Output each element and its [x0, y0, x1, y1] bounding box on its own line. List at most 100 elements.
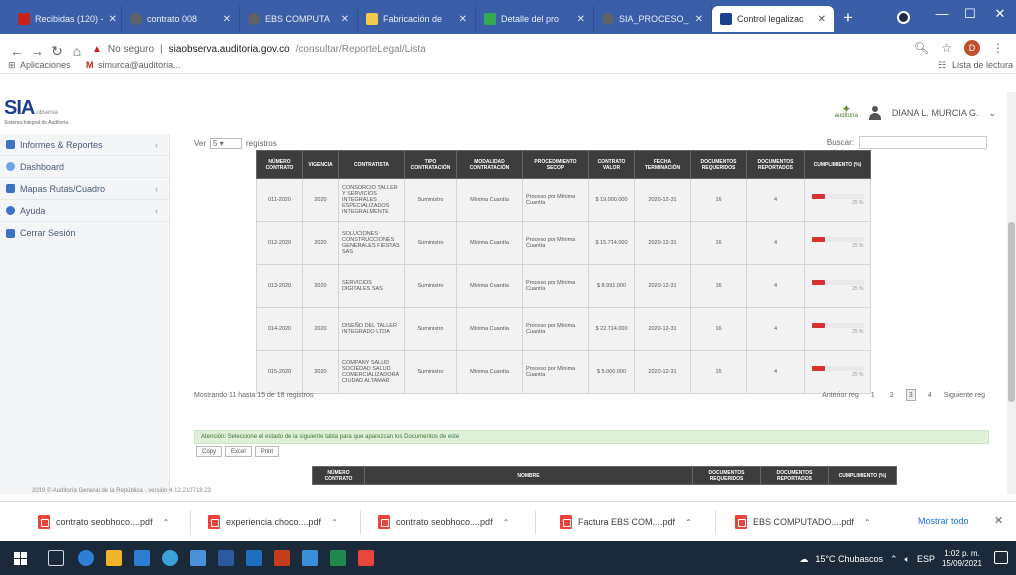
sidebar-item-ayuda[interactable]: Ayuda ‹: [0, 200, 170, 222]
close-tab-icon[interactable]: ✕: [223, 14, 231, 25]
app-icon[interactable]: [190, 550, 206, 566]
maximize-button[interactable]: ☐: [956, 6, 984, 22]
table-row[interactable]: 012-2020 2020 SOLUCIONES CONSTRUCCIONES GE…: [256, 221, 871, 265]
acrobat-icon[interactable]: [358, 550, 374, 566]
table-row[interactable]: 015-2020 2020 COMPANY SALUD SOCIEDAD SALUD…: [256, 350, 871, 394]
notifications-icon[interactable]: [994, 551, 1008, 564]
chevron-up-icon[interactable]: ⌃: [864, 518, 871, 527]
column-header[interactable]: FECHA TERMINACIÓN: [634, 150, 691, 179]
column-header[interactable]: DOCUMENTOS REPORTADOS: [760, 466, 829, 485]
powerpoint-icon[interactable]: [274, 550, 290, 566]
scrollbar-thumb[interactable]: [1008, 222, 1015, 402]
column-header[interactable]: CONTRATISTA: [338, 150, 405, 179]
reading-list-link[interactable]: Lista de lectura: [952, 60, 1013, 70]
sidebar-item-mapas[interactable]: Mapas Rutas/Cuadro ‹: [0, 178, 170, 200]
edge-icon[interactable]: [78, 550, 94, 566]
close-tab-icon[interactable]: ✕: [341, 14, 349, 25]
reload-icon[interactable]: ↻: [48, 43, 66, 60]
app-icon[interactable]: [302, 550, 318, 566]
download-item[interactable]: experiencia choco....pdf ⌃: [208, 512, 338, 532]
address-bar[interactable]: ▲ No seguro | siaobserva.auditoria.gov.c…: [92, 38, 972, 60]
tab-sia-proceso[interactable]: SIA_PROCESO_ ✕: [594, 6, 712, 32]
new-tab-button[interactable]: +: [843, 9, 853, 26]
bookmark-gmail[interactable]: simurca@auditoria...: [98, 60, 181, 70]
page-button-4[interactable]: 4: [925, 389, 935, 401]
home-icon[interactable]: ⌂: [68, 43, 86, 59]
chrome-icon[interactable]: [162, 550, 178, 566]
print-button[interactable]: Print: [254, 446, 280, 457]
column-header[interactable]: NOMBRE: [364, 466, 693, 485]
apps-grid-icon[interactable]: ⊞: [8, 60, 16, 71]
lang-indicator[interactable]: ESP: [917, 554, 935, 564]
profile-icon[interactable]: [897, 11, 910, 24]
excel-button[interactable]: Excel: [225, 446, 252, 457]
tab-contrato[interactable]: contrato 008 ✕: [122, 6, 240, 32]
close-tab-icon[interactable]: ✕: [109, 14, 117, 25]
table-row[interactable]: 011-2020 2020 CONSORCIO TALLER Y SERVICIOS…: [256, 178, 871, 222]
download-item[interactable]: contrato seobhoco....pdf ⌃: [378, 512, 509, 532]
column-header[interactable]: CUMPLIMIENTO (%): [804, 150, 871, 179]
download-item[interactable]: EBS COMPUTADO....pdf ⌃: [735, 512, 871, 532]
chevron-up-icon[interactable]: ⌃: [503, 518, 510, 527]
tab-ebs[interactable]: EBS COMPUTA ✕: [240, 6, 358, 32]
column-header[interactable]: DOCUMENTOS REQUERIDOS: [692, 466, 761, 485]
file-explorer-icon[interactable]: [106, 550, 122, 566]
app-icon[interactable]: [246, 550, 262, 566]
search-input[interactable]: [859, 136, 987, 149]
minimize-button[interactable]: —: [928, 6, 956, 21]
windows-start-icon[interactable]: [14, 552, 27, 565]
tab-fabricacion[interactable]: Fabricación de ✕: [358, 6, 476, 32]
page-length-select[interactable]: 5 ▾: [210, 138, 243, 149]
sidebar-item-informes[interactable]: Informes & Reportes ‹: [0, 134, 170, 156]
close-tab-icon[interactable]: ✕: [695, 14, 703, 25]
task-view-icon[interactable]: [48, 550, 64, 566]
sidebar-item-cerrar-sesion[interactable]: Cerrar Sesión: [0, 222, 170, 244]
star-icon[interactable]: ☆: [941, 41, 952, 55]
column-header[interactable]: NÚMERO CONTRATO: [312, 466, 365, 485]
page-button-2[interactable]: 2: [887, 389, 897, 401]
chevron-up-icon[interactable]: ⌃: [890, 554, 898, 565]
close-downloads-button[interactable]: ✕: [994, 514, 1003, 527]
chevron-up-icon[interactable]: ⌃: [331, 518, 338, 527]
outlook-icon[interactable]: [134, 550, 150, 566]
volume-icon[interactable]: 🔈︎: [905, 554, 910, 565]
table-row[interactable]: 013-2020 2020 SERVICIOS DIGITALES SAS Sumin…: [256, 264, 871, 308]
weather-text[interactable]: 15°C Chubascos: [815, 554, 883, 564]
reading-list-icon[interactable]: ☷: [938, 60, 946, 71]
page-scrollbar[interactable]: [1007, 92, 1016, 494]
table-row[interactable]: 014-2020 2020 DISEÑO DEL TALLER INTEGRADO …: [256, 307, 871, 351]
forward-arrow-icon[interactable]: →: [28, 43, 46, 59]
account-avatar[interactable]: D: [964, 40, 980, 56]
column-header[interactable]: VIGENCIA: [302, 150, 339, 179]
download-item[interactable]: contrato seobhoco....pdf ⌃: [38, 512, 169, 532]
back-arrow-icon[interactable]: ←: [8, 43, 26, 59]
clock[interactable]: 1:02 p. m. 15/09/2021: [942, 549, 982, 569]
chevron-up-icon[interactable]: ⌃: [685, 518, 692, 527]
user-menu[interactable]: ✦ auditoría DIANA L. MURCIA G. ⌄: [835, 103, 996, 120]
close-tab-icon[interactable]: ✕: [577, 14, 585, 25]
excel-icon[interactable]: [330, 550, 346, 566]
column-header[interactable]: CUMPLIMIENTO (%): [828, 466, 897, 485]
copy-button[interactable]: Copy: [196, 446, 223, 457]
close-tab-icon[interactable]: ✕: [818, 14, 826, 25]
menu-kebab-icon[interactable]: ⋮: [992, 41, 1004, 55]
download-item[interactable]: Factura EBS COM....pdf ⌃: [560, 512, 692, 532]
previous-page-button[interactable]: Anterior reg: [822, 392, 859, 399]
column-header[interactable]: MODALIDAD CONTRATACIÓN: [456, 150, 523, 179]
page-button-1[interactable]: 1: [868, 389, 878, 401]
column-header[interactable]: PROCEDIMIENTO SECOP: [522, 150, 589, 179]
tab-detalle[interactable]: Detalle del pro ✕: [476, 6, 594, 32]
column-header[interactable]: CONTRATO VALOR: [588, 150, 635, 179]
tab-recibidas[interactable]: Recibidas (120) - ✕: [10, 6, 122, 32]
sidebar-item-dashboard[interactable]: Dashboard: [0, 156, 170, 178]
word-icon[interactable]: [218, 550, 234, 566]
bookmark-apps[interactable]: Aplicaciones: [20, 60, 71, 70]
close-window-button[interactable]: ✕: [986, 6, 1014, 22]
page-button-3[interactable]: 3: [905, 389, 916, 401]
close-tab-icon[interactable]: ✕: [459, 14, 467, 25]
column-header[interactable]: NÚMERO CONTRATO: [256, 150, 303, 179]
next-page-button[interactable]: Siguiente reg: [944, 392, 985, 399]
chevron-up-icon[interactable]: ⌃: [163, 518, 170, 527]
column-header[interactable]: DOCUMENTOS REPORTADOS: [746, 150, 805, 179]
tab-control-legalizacion[interactable]: Control legalizac ✕: [712, 6, 834, 32]
